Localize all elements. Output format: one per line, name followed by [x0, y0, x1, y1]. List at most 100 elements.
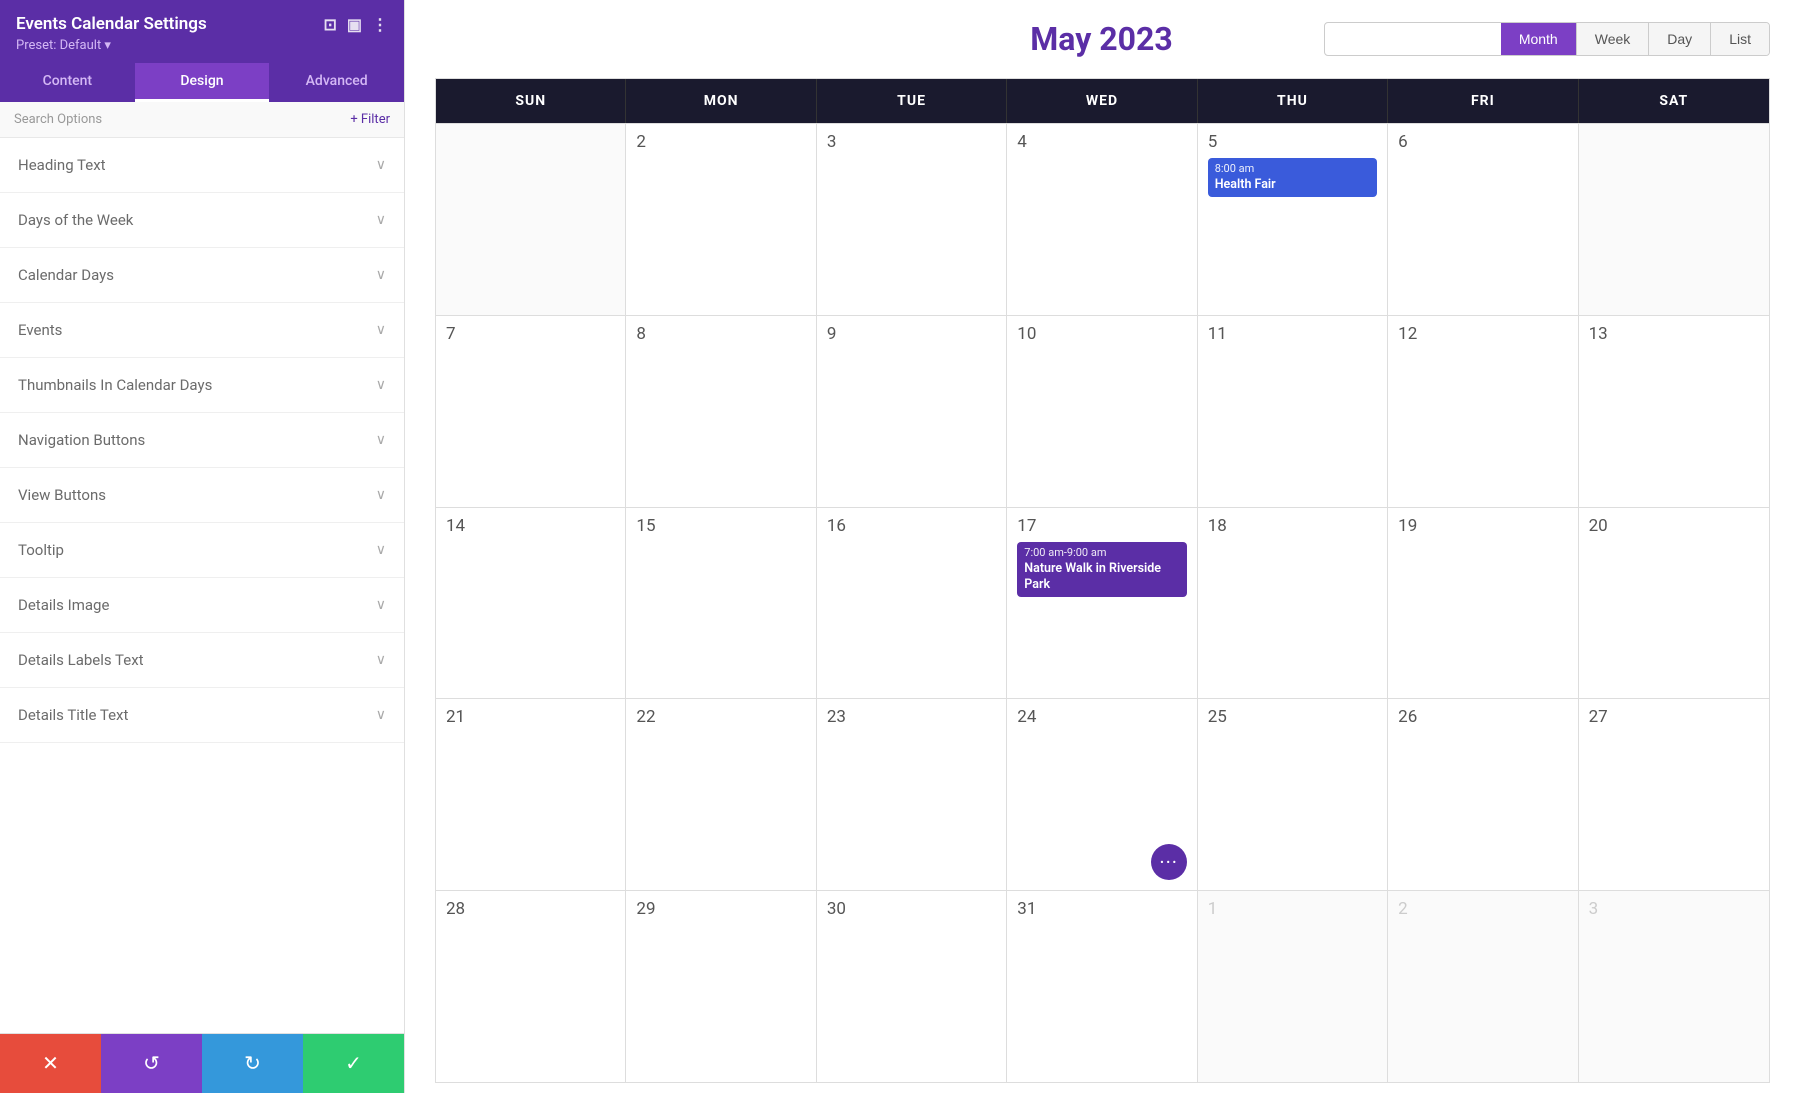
more-events-button[interactable]: ··· [1151, 844, 1187, 880]
calendar-row-5: 28 29 30 31 1 2 3 [436, 890, 1769, 1082]
settings-label-events: Events [18, 321, 62, 339]
cancel-button[interactable]: ✕ [0, 1034, 101, 1093]
calendar-cell: 25 [1198, 699, 1388, 890]
settings-label-days-of-week: Days of the Week [18, 211, 133, 229]
view-buttons-group: Month Week Day List [1324, 22, 1770, 56]
calendar-grid: SUN MON TUE WED THU FRI SAT 2 3 4 5 8:00… [435, 78, 1770, 1083]
calendar-cell: 15 [626, 508, 816, 699]
chevron-down-icon: ∨ [376, 597, 386, 613]
calendar-cell: 7 [436, 316, 626, 507]
minimize-icon[interactable]: ⊡ [323, 15, 336, 34]
settings-item-heading-text[interactable]: Heading Text ∨ [0, 138, 404, 193]
settings-item-details-title-text[interactable]: Details Title Text ∨ [0, 688, 404, 743]
settings-item-thumbnails[interactable]: Thumbnails In Calendar Days ∨ [0, 358, 404, 413]
calendar-cell: 10 [1007, 316, 1197, 507]
settings-item-calendar-days[interactable]: Calendar Days ∨ [0, 248, 404, 303]
calendar-cell: 30 [817, 891, 1007, 1082]
expand-icon[interactable]: ▣ [347, 15, 362, 34]
search-options-text[interactable]: Search Options [14, 112, 102, 127]
calendar-cell: 6 [1388, 124, 1578, 315]
day-header-mon: MON [626, 79, 816, 123]
calendar-row-2: 7 8 9 10 11 12 13 [436, 315, 1769, 507]
filter-button[interactable]: + Filter [350, 112, 390, 127]
calendar-body: 2 3 4 5 8:00 am Health Fair 6 7 8 9 10 [436, 123, 1769, 1082]
panel-header-icons: ⊡ ▣ ⋮ [323, 15, 388, 34]
calendar-row-1: 2 3 4 5 8:00 am Health Fair 6 [436, 123, 1769, 315]
settings-label-thumbnails: Thumbnails In Calendar Days [18, 376, 212, 394]
chevron-down-icon: ∨ [376, 707, 386, 723]
settings-label-calendar-days: Calendar Days [18, 266, 114, 284]
settings-label-details-labels-text: Details Labels Text [18, 651, 144, 669]
day-header-wed: WED [1007, 79, 1197, 123]
view-btn-list[interactable]: List [1711, 23, 1769, 55]
calendar-row-3: 14 15 16 17 7:00 am-9:00 am Nature Walk … [436, 507, 1769, 699]
chevron-down-icon: ∨ [376, 267, 386, 283]
settings-label-details-image: Details Image [18, 596, 109, 614]
tab-advanced[interactable]: Advanced [269, 63, 404, 102]
settings-item-events[interactable]: Events ∨ [0, 303, 404, 358]
settings-item-view-buttons[interactable]: View Buttons ∨ [0, 468, 404, 523]
calendar-cell: 20 [1579, 508, 1769, 699]
event-time: 7:00 am-9:00 am [1024, 546, 1179, 559]
calendar-cell-17: 17 7:00 am-9:00 am Nature Walk in Rivers… [1007, 508, 1197, 699]
day-header-fri: FRI [1388, 79, 1578, 123]
chevron-down-icon: ∨ [376, 652, 386, 668]
calendar-cell: 23 [817, 699, 1007, 890]
calendar-cell: 31 [1007, 891, 1197, 1082]
settings-item-nav-buttons[interactable]: Navigation Buttons ∨ [0, 413, 404, 468]
view-btn-week[interactable]: Week [1577, 23, 1650, 55]
calendar-cell: 11 [1198, 316, 1388, 507]
view-btn-month[interactable]: Month [1501, 23, 1577, 55]
calendar-cell: 9 [817, 316, 1007, 507]
view-btn-day[interactable]: Day [1649, 23, 1711, 55]
chevron-down-icon: ∨ [376, 212, 386, 228]
event-time: 8:00 am [1215, 162, 1370, 175]
event-nature-walk[interactable]: 7:00 am-9:00 am Nature Walk in Riverside… [1017, 542, 1186, 598]
tab-design[interactable]: Design [135, 63, 270, 102]
calendar-cell: 8 [626, 316, 816, 507]
panel-title-text: Events Calendar Settings [16, 14, 323, 34]
more-icon[interactable]: ⋮ [372, 15, 388, 34]
more-dots-icon: ··· [1159, 852, 1178, 872]
calendar-cell: 1 [1198, 891, 1388, 1082]
calendar-cell: 27 [1579, 699, 1769, 890]
calendar-cell: 28 [436, 891, 626, 1082]
settings-label-heading-text: Heading Text [18, 156, 106, 174]
save-button[interactable]: ✓ [303, 1034, 404, 1093]
event-name: Health Fair [1215, 177, 1370, 193]
calendar-cell: 19 [1388, 508, 1578, 699]
panel-header: Events Calendar Settings ⊡ ▣ ⋮ Preset: D… [0, 0, 404, 63]
calendar-cell-5: 5 8:00 am Health Fair [1198, 124, 1388, 315]
panel-title-bar: Events Calendar Settings ⊡ ▣ ⋮ [16, 14, 388, 34]
chevron-down-icon: ∨ [376, 542, 386, 558]
panel-preset[interactable]: Preset: Default ▾ [16, 38, 388, 53]
day-headers-row: SUN MON TUE WED THU FRI SAT [436, 79, 1769, 123]
settings-panel: Events Calendar Settings ⊡ ▣ ⋮ Preset: D… [0, 0, 405, 1093]
calendar-cell: 26 [1388, 699, 1578, 890]
settings-item-details-image[interactable]: Details Image ∨ [0, 578, 404, 633]
undo-button[interactable]: ↺ [101, 1034, 202, 1093]
calendar-cell: 14 [436, 508, 626, 699]
chevron-down-icon: ∨ [376, 157, 386, 173]
calendar-panel: May 2023 Month Week Day List SUN MON TUE… [405, 0, 1800, 1093]
calendar-cell: 16 [817, 508, 1007, 699]
panel-tabs: Content Design Advanced [0, 63, 404, 102]
calendar-cell [1579, 124, 1769, 315]
redo-button[interactable]: ↻ [202, 1034, 303, 1093]
settings-item-days-of-week[interactable]: Days of the Week ∨ [0, 193, 404, 248]
tab-content[interactable]: Content [0, 63, 135, 102]
calendar-cell [436, 124, 626, 315]
event-health-fair[interactable]: 8:00 am Health Fair [1208, 158, 1377, 197]
settings-item-details-labels-text[interactable]: Details Labels Text ∨ [0, 633, 404, 688]
calendar-cell: 21 [436, 699, 626, 890]
chevron-down-icon: ∨ [376, 377, 386, 393]
calendar-cell: 12 [1388, 316, 1578, 507]
day-header-sun: SUN [436, 79, 626, 123]
chevron-down-icon: ∨ [376, 487, 386, 503]
settings-label-tooltip: Tooltip [18, 541, 64, 559]
bottom-action-bar: ✕ ↺ ↻ ✓ [0, 1033, 404, 1093]
calendar-cell: 18 [1198, 508, 1388, 699]
settings-label-nav-buttons: Navigation Buttons [18, 431, 145, 449]
settings-item-tooltip[interactable]: Tooltip ∨ [0, 523, 404, 578]
settings-list: Heading Text ∨ Days of the Week ∨ Calend… [0, 138, 404, 1033]
